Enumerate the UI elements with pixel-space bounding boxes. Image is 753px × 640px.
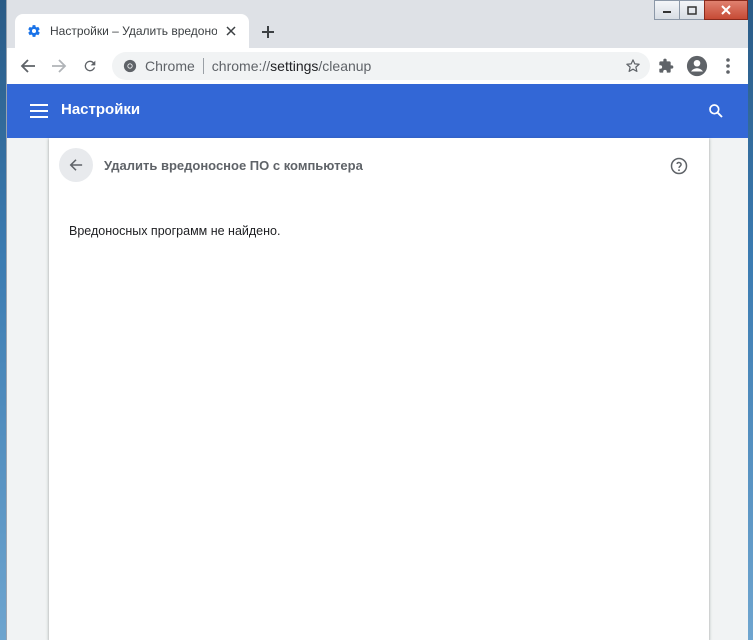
url-host: settings xyxy=(270,58,319,74)
gear-icon xyxy=(27,24,41,38)
browser-window: Настройки – Удалить вредонос Chrome chro… xyxy=(6,0,748,640)
hamburger-menu-button[interactable] xyxy=(27,99,51,123)
chrome-icon xyxy=(123,59,137,73)
site-chip: Chrome xyxy=(145,58,195,74)
arrow-right-icon xyxy=(52,59,67,73)
back-button[interactable] xyxy=(59,148,93,182)
tab-strip: Настройки – Удалить вредонос xyxy=(7,0,748,48)
plus-icon xyxy=(262,26,274,38)
subpage-header: Удалить вредоносное ПО с компьютера xyxy=(49,138,709,194)
maximize-icon xyxy=(687,5,697,15)
star-icon[interactable] xyxy=(624,57,642,75)
close-icon[interactable] xyxy=(223,23,239,39)
tab-title: Настройки – Удалить вредонос xyxy=(50,24,217,38)
address-bar[interactable]: Chrome chrome://settings/cleanup xyxy=(112,52,650,80)
new-tab-button[interactable] xyxy=(256,20,280,44)
window-controls xyxy=(654,0,748,22)
divider xyxy=(202,58,204,74)
browser-toolbar: Chrome chrome://settings/cleanup xyxy=(7,48,748,84)
minimize-button[interactable] xyxy=(654,0,680,20)
url-path: /cleanup xyxy=(318,58,372,74)
cleanup-card: Удалить вредоносное ПО с компьютера Вред… xyxy=(49,138,709,640)
menu-more-button[interactable] xyxy=(714,52,742,80)
url-text: chrome://settings/cleanup xyxy=(212,58,372,74)
page-title: Настройки xyxy=(61,101,141,118)
extensions-button[interactable] xyxy=(652,52,680,80)
content-area: Удалить вредоносное ПО с компьютера Вред… xyxy=(7,138,748,640)
reload-button[interactable] xyxy=(76,52,104,80)
reload-icon xyxy=(84,60,96,72)
arrow-left-icon xyxy=(20,59,35,73)
puzzle-icon xyxy=(659,58,674,73)
scan-status-text: Вредоносных программ не найдено. xyxy=(69,224,281,238)
profile-button[interactable] xyxy=(683,52,711,80)
close-icon xyxy=(721,5,731,15)
arrow-left-icon xyxy=(69,159,83,171)
settings-header: Настройки xyxy=(7,84,748,138)
tab-settings[interactable]: Настройки – Удалить вредонос xyxy=(15,14,249,48)
back-nav-button[interactable] xyxy=(14,52,42,80)
help-button[interactable] xyxy=(669,156,689,176)
menu-icon xyxy=(30,104,48,118)
forward-nav-button[interactable] xyxy=(45,52,73,80)
minimize-icon xyxy=(663,11,671,13)
subpage-title: Удалить вредоносное ПО с компьютера xyxy=(104,158,363,173)
search-icon xyxy=(709,104,723,118)
help-icon xyxy=(670,157,688,175)
maximize-button[interactable] xyxy=(679,0,705,20)
url-prefix: chrome:// xyxy=(211,58,271,74)
window-close-button[interactable] xyxy=(704,0,748,20)
more-vert-icon xyxy=(726,58,730,74)
account-icon xyxy=(686,55,708,77)
search-button[interactable] xyxy=(704,99,728,123)
